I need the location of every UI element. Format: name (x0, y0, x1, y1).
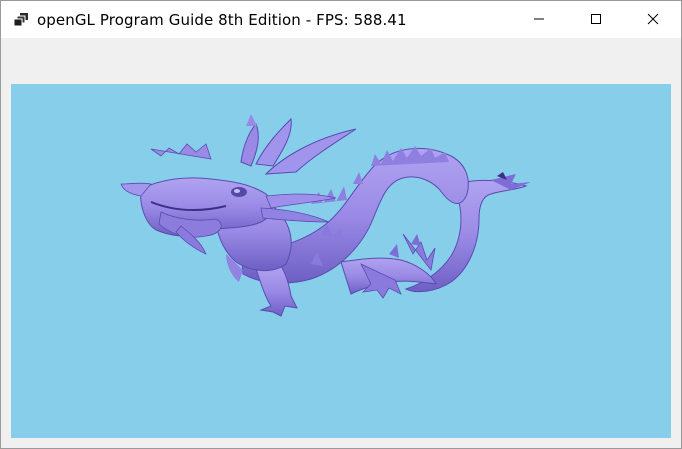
minimize-icon (533, 10, 545, 29)
window-title: openGL Program Guide 8th Edition - FPS: … (37, 10, 407, 29)
maximize-button[interactable] (567, 1, 624, 38)
title-bar[interactable]: openGL Program Guide 8th Edition - FPS: … (1, 1, 681, 38)
opengl-viewport[interactable] (11, 84, 671, 438)
application-window: openGL Program Guide 8th Edition - FPS: … (0, 0, 682, 449)
window-stack-icon (13, 12, 29, 28)
close-button[interactable] (624, 1, 681, 38)
close-icon (647, 10, 659, 29)
minimize-button[interactable] (510, 1, 567, 38)
caption-buttons (510, 1, 681, 38)
maximize-icon (590, 10, 602, 29)
client-area (1, 38, 681, 448)
dragon-model (120, 114, 531, 317)
